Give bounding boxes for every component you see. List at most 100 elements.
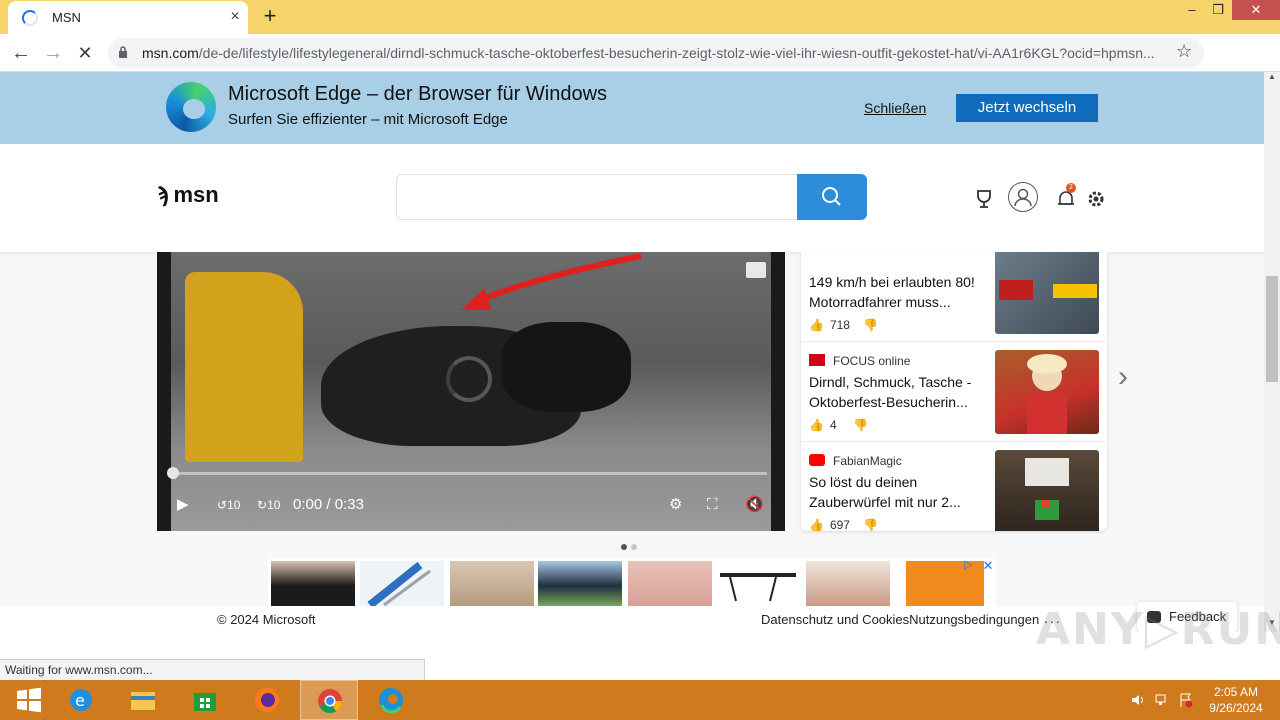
thumbs-down-icon[interactable]: 👎 xyxy=(853,418,868,432)
address-bar[interactable]: msn.com/de-de/lifestyle/lifestylegeneral… xyxy=(108,38,1204,68)
page-viewport: Microsoft Edge – der Browser für Windows… xyxy=(0,72,1264,632)
edge-logo-icon xyxy=(166,82,216,132)
stop-loading-button[interactable]: ✕ xyxy=(73,41,97,65)
new-tab-button[interactable]: + xyxy=(258,5,282,29)
msn-header: ϡ msn 2 xyxy=(0,144,1264,252)
video-bull-head-shape xyxy=(501,322,631,412)
taskbar-edge[interactable] xyxy=(362,680,420,720)
video-progress-knob[interactable] xyxy=(167,467,179,479)
ad-product-image[interactable] xyxy=(806,561,890,606)
mute-icon[interactable]: 🔇 xyxy=(745,494,767,516)
video-settings-icon[interactable]: ⚙ xyxy=(669,494,691,516)
edge-banner-close-link[interactable]: Schließen xyxy=(864,100,926,116)
video-time: 0:00 / 0:33 xyxy=(293,496,364,513)
carousel-dot[interactable] xyxy=(631,544,637,550)
scrollbar-thumb[interactable] xyxy=(1266,276,1278,382)
start-button[interactable] xyxy=(0,680,58,720)
settings-gear-icon[interactable] xyxy=(1084,187,1108,211)
taskbar-internet-explorer[interactable]: e xyxy=(52,680,110,720)
search-button[interactable] xyxy=(797,174,867,220)
tab-close-icon[interactable]: × xyxy=(226,8,244,26)
ad-product-image[interactable] xyxy=(450,561,534,606)
news-thumbnail[interactable] xyxy=(995,450,1099,531)
like-count[interactable]: 👍 718 xyxy=(809,318,850,332)
taskbar-store[interactable] xyxy=(176,680,234,720)
msn-logo[interactable]: ϡ msn xyxy=(156,182,219,208)
close-window-button[interactable]: ✕ xyxy=(1232,0,1280,20)
thumbs-down-icon[interactable]: 👎 xyxy=(863,318,878,332)
play-icon[interactable]: ▶ xyxy=(177,494,197,516)
user-account-icon[interactable] xyxy=(1008,182,1038,212)
notifications-bell-icon[interactable]: 2 xyxy=(1054,183,1078,211)
ad-close-icon[interactable]: ✕ xyxy=(980,558,996,574)
news-headline[interactable]: 149 km/h bei erlaubten 80! Motorradfahre… xyxy=(809,272,989,312)
ad-product-image[interactable] xyxy=(360,561,444,606)
like-count[interactable]: 👍 697 xyxy=(809,518,850,531)
like-count[interactable]: 👍 4 xyxy=(809,418,837,432)
list-item[interactable]: FabianMagic So löst du deinen Zauberwürf… xyxy=(801,442,1107,531)
rewards-trophy-icon[interactable] xyxy=(972,187,996,211)
video-badge-icon xyxy=(746,262,766,278)
edge-switch-button[interactable]: Jetzt wechseln xyxy=(956,94,1098,122)
fullscreen-icon[interactable]: ⛶ xyxy=(707,494,729,516)
loading-spinner-icon xyxy=(22,10,38,26)
search-input[interactable] xyxy=(396,174,798,220)
footer-links[interactable]: Datenschutz und CookiesNutzungsbedingung… xyxy=(761,612,1039,627)
thumbs-up-icon[interactable]: 👍 xyxy=(809,418,824,432)
edge-banner-title: Microsoft Edge – der Browser für Windows xyxy=(228,83,608,105)
edge-promo-banner: Microsoft Edge – der Browser für Windows… xyxy=(0,72,1264,144)
carousel-dot[interactable] xyxy=(621,544,627,550)
ad-product-image[interactable] xyxy=(538,561,622,606)
volume-icon[interactable] xyxy=(1130,692,1146,708)
back-button[interactable]: ← xyxy=(9,41,33,65)
tab-title: MSN xyxy=(52,10,81,25)
news-source: FOCUS online xyxy=(833,354,911,368)
taskbar-file-explorer[interactable] xyxy=(114,680,172,720)
search-icon xyxy=(822,187,841,206)
folder-icon xyxy=(131,692,155,710)
forward-10-icon[interactable]: ↻10 xyxy=(257,494,280,516)
scroll-up-icon[interactable]: ▲ xyxy=(1264,72,1280,86)
taskbar-clock[interactable]: 2:05 AM 9/26/2024 xyxy=(1204,684,1268,716)
ad-product-image[interactable] xyxy=(716,561,800,606)
url-text: msn.com/de-de/lifestyle/lifestylegeneral… xyxy=(142,45,1155,61)
red-arrow-graphic xyxy=(461,253,642,310)
minimize-button[interactable]: – xyxy=(1178,0,1206,20)
video-loading-icon xyxy=(446,356,492,402)
taskbar-firefox[interactable] xyxy=(238,680,296,720)
thumbs-up-icon[interactable]: 👍 xyxy=(809,318,824,332)
news-headline[interactable]: So löst du deinen Zauberwürfel mit nur 2… xyxy=(809,472,989,512)
flag-alert-icon[interactable] xyxy=(1178,692,1194,708)
rewind-10-icon[interactable]: ↺10 xyxy=(217,494,240,516)
forward-button[interactable]: → xyxy=(41,41,65,65)
news-thumbnail[interactable] xyxy=(995,252,1099,334)
edge-banner-subtitle: Surfen Sie effizienter – mit Microsoft E… xyxy=(228,111,508,128)
network-icon[interactable] xyxy=(1154,692,1170,708)
ad-info-icon[interactable]: ▷ xyxy=(964,558,978,572)
news-headline[interactable]: Dirndl, Schmuck, Tasche - Oktoberfest-Be… xyxy=(809,372,989,412)
video-rickshaw-shape xyxy=(185,272,303,462)
tab-strip: MSN × + – ❐ ✕ xyxy=(0,0,1280,34)
video-progress-bar[interactable] xyxy=(173,472,767,475)
list-item[interactable]: FOCUS online Dirndl, Schmuck, Tasche - O… xyxy=(801,342,1107,442)
anyrun-watermark: ANY▷RUN xyxy=(1036,604,1280,655)
vertical-scrollbar[interactable]: ▲ ▼ xyxy=(1264,72,1280,632)
video-player[interactable]: ▶ ↺10 ↻10 0:00 / 0:33 ⚙ ⛶ 🔇 xyxy=(157,252,785,531)
bookmark-star-icon[interactable]: ☆ xyxy=(1176,41,1192,62)
thumbs-down-icon[interactable]: 👎 xyxy=(863,518,878,531)
ad-product-image[interactable] xyxy=(628,561,712,606)
news-thumbnail[interactable] xyxy=(995,350,1099,434)
maximize-button[interactable]: ❐ xyxy=(1204,0,1232,20)
thumbs-up-icon[interactable]: 👍 xyxy=(809,518,824,531)
source-logo-icon xyxy=(809,354,825,366)
taskbar-chrome[interactable] xyxy=(300,680,358,720)
browser-toolbar: ← → ✕ msn.com/de-de/lifestyle/lifestyleg… xyxy=(0,34,1280,97)
ad-product-image[interactable] xyxy=(271,561,355,606)
firefox-icon xyxy=(255,688,279,712)
footer-copyright: © 2024 Microsoft xyxy=(217,612,316,627)
edge-icon xyxy=(379,688,403,714)
tab-msn[interactable]: MSN × xyxy=(8,1,248,34)
list-item[interactable]: 149 km/h bei erlaubten 80! Motorradfahre… xyxy=(801,252,1107,342)
carousel-next-icon[interactable]: › xyxy=(1118,360,1128,394)
ad-banner[interactable]: ▷ ✕ xyxy=(268,558,996,606)
